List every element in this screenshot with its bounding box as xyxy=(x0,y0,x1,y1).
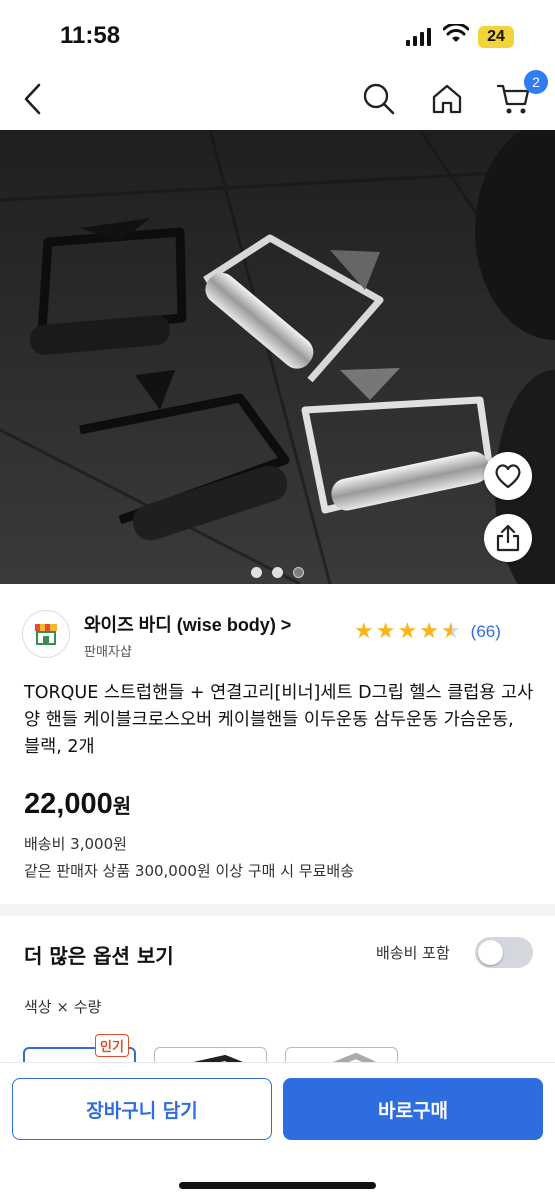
cart-count-badge: 2 xyxy=(524,70,548,94)
share-icon xyxy=(496,524,520,552)
star-icon: ★ xyxy=(419,619,439,644)
search-icon[interactable] xyxy=(362,82,396,116)
options-title: 더 많은 옵션 보기 xyxy=(24,944,174,968)
back-icon[interactable] xyxy=(22,82,44,116)
wifi-icon xyxy=(443,24,469,42)
wishlist-button[interactable] xyxy=(484,452,532,500)
add-to-cart-button[interactable]: 장바구니 담기 xyxy=(12,1078,272,1140)
carousel-dot[interactable] xyxy=(251,567,262,578)
option-subtitle: 색상 × 수량 xyxy=(24,998,102,1016)
carousel-indicator xyxy=(0,567,555,578)
product-price: 22,000원 xyxy=(24,788,131,821)
seller-shop-label: 판매자샵 xyxy=(84,645,132,660)
product-image-carousel[interactable] xyxy=(0,130,555,584)
star-icon: ★ xyxy=(397,619,418,644)
share-button[interactable] xyxy=(484,514,532,562)
signal-icon xyxy=(406,28,431,46)
product-title: TORQUE 스트럽핸들 + 연결고리[비너]세트 D그립 헬스 클럽용 고사양… xyxy=(24,683,534,757)
popular-badge: 인기 xyxy=(95,1034,129,1057)
status-bar: 11:58 24 xyxy=(0,0,555,68)
product-photo xyxy=(0,130,555,584)
shipping-fee: 배송비 3,000원 xyxy=(24,835,127,853)
seller-logo xyxy=(22,610,70,658)
price-unit: 원 xyxy=(112,796,132,818)
price-value: 22,000 xyxy=(24,788,113,820)
top-nav xyxy=(0,68,555,130)
include-shipping-label: 배송비 포함 xyxy=(376,944,450,962)
include-shipping-toggle[interactable] xyxy=(475,937,533,968)
bottom-action-bar: 장바구니 담기 바로구매 xyxy=(0,1062,555,1200)
section-divider xyxy=(0,904,555,916)
status-time: 11:58 xyxy=(60,22,121,49)
shop-icon xyxy=(35,624,57,645)
home-indicator xyxy=(179,1182,376,1189)
carousel-dot[interactable] xyxy=(293,567,304,578)
battery-indicator: 24 xyxy=(478,26,514,48)
star-icon: ★ xyxy=(375,619,396,644)
half-star-icon: ★ xyxy=(440,619,461,644)
star-icon: ★ xyxy=(354,619,374,644)
rating-stars[interactable]: ★ ★ ★ ★ ★ (66) xyxy=(354,621,501,643)
buy-now-button[interactable]: 바로구매 xyxy=(283,1078,543,1140)
review-count[interactable]: (66) xyxy=(471,622,501,642)
free-shipping-note: 같은 판매자 상품 300,000원 이상 구매 시 무료배송 xyxy=(24,862,355,880)
seller-info[interactable]: 와이즈 바디 (wise body) > 판매자샵 ★ ★ ★ ★ ★ (66) xyxy=(22,607,534,663)
heart-icon xyxy=(495,464,521,489)
carousel-dot[interactable] xyxy=(272,567,283,578)
seller-name-link[interactable]: 와이즈 바디 (wise body) > xyxy=(84,611,291,637)
home-icon[interactable] xyxy=(430,82,464,116)
